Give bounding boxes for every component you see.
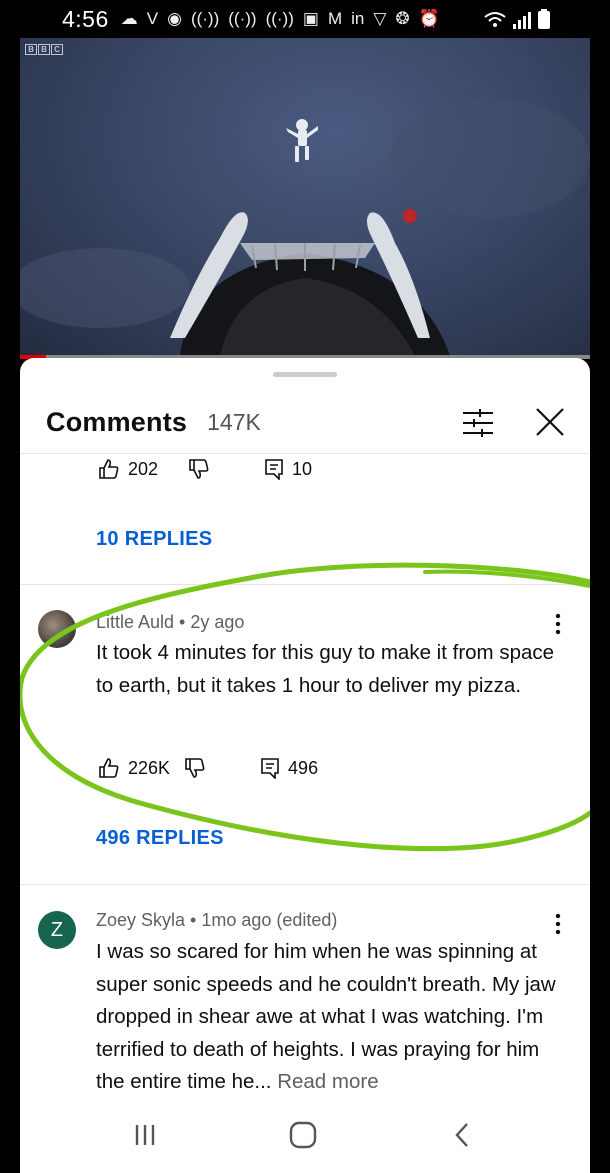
- snapchat-icon: ☁: [120, 9, 138, 28]
- comments-header: Comments 147K: [20, 392, 590, 454]
- thumbs-down-icon: [189, 459, 209, 479]
- avatar[interactable]: Z: [38, 911, 76, 949]
- cellular-icon: [513, 12, 531, 29]
- comment-meta: Little Auld • 2y ago: [96, 612, 245, 632]
- twitch-icon: ▣: [302, 9, 319, 28]
- status-bar: 4:56 ☁ V ◉ ((·)) ((·)) ((·)) ▣ M in ▽ ❂ …: [0, 0, 610, 38]
- wifi-icon: [484, 12, 506, 27]
- reply-icon: [265, 459, 283, 480]
- reply-button[interactable]: 10: [264, 458, 312, 480]
- comment-text: I was so scared for him when he was spin…: [96, 936, 566, 1099]
- thumbs-down-icon: [185, 758, 205, 778]
- comment-meta: Zoey Skyla • 1mo ago (edited): [96, 910, 338, 930]
- back-icon[interactable]: [448, 1120, 478, 1150]
- vpn-icon: ▽: [373, 9, 387, 28]
- reply-icon: [261, 758, 279, 779]
- comment-item: Little Auld • 2y ago It took 4 minutes f…: [20, 584, 590, 884]
- comment-actions: 226K 496: [98, 757, 318, 779]
- dislike-button[interactable]: [184, 757, 206, 779]
- linkedin-icon: in: [351, 9, 365, 28]
- home-icon[interactable]: [288, 1120, 318, 1150]
- signal-broadcast-icon: ((·)): [265, 9, 294, 28]
- prev-comment-actions: 202 10: [98, 458, 312, 480]
- comments-sheet: Comments 147K 202 10 10 REPLIES Little A…: [20, 358, 590, 1173]
- more-options-icon[interactable]: [554, 912, 562, 936]
- alarm-icon: ⏰: [418, 9, 440, 28]
- read-more-link[interactable]: Read more: [277, 1070, 378, 1093]
- view-replies-button[interactable]: 10 REPLIES: [96, 528, 212, 551]
- like-button[interactable]: 202: [98, 458, 158, 480]
- basketball-icon: ❂: [395, 9, 410, 28]
- recent-apps-icon[interactable]: [130, 1120, 160, 1150]
- thumbs-up-icon: [99, 758, 119, 778]
- dislike-button[interactable]: [188, 458, 210, 480]
- status-time: 4:56: [62, 5, 109, 32]
- cast-icon: ◉: [167, 9, 182, 28]
- reply-count: 10: [292, 458, 313, 479]
- video-frame: [20, 98, 590, 356]
- comment-item: Z Zoey Skyla • 1mo ago (edited) I was so…: [20, 884, 590, 1104]
- comments-count: 147K: [207, 409, 261, 435]
- comments-title: Comments: [46, 407, 188, 437]
- like-count: 202: [128, 458, 159, 479]
- like-count: 226K: [128, 757, 171, 778]
- battery-icon: [538, 9, 550, 29]
- close-icon[interactable]: [534, 406, 566, 438]
- more-options-icon[interactable]: [554, 612, 562, 636]
- status-icons: ☁ V ◉ ((·)) ((·)) ((·)) ▣ M in ▽ ❂ ⏰: [121, 9, 440, 29]
- comment-text: It took 4 minutes for this guy to make i…: [96, 641, 555, 697]
- reply-count: 496: [288, 757, 319, 778]
- signal-broadcast-icon: ((·)): [190, 9, 220, 28]
- skydiver: [286, 119, 318, 162]
- like-button[interactable]: 226K: [98, 757, 170, 779]
- v-icon: V: [146, 9, 159, 28]
- signal-broadcast-icon: ((·)): [228, 9, 257, 28]
- sort-filter-icon[interactable]: [462, 408, 494, 438]
- drag-handle[interactable]: [273, 372, 337, 377]
- view-replies-button[interactable]: 496 REPLIES: [96, 827, 224, 850]
- gmail-icon: M: [327, 9, 343, 28]
- video-player[interactable]: B B C: [20, 38, 590, 356]
- status-right: [484, 9, 550, 29]
- system-nav-bar: [20, 1100, 590, 1173]
- reply-button[interactable]: 496: [260, 757, 318, 779]
- thumbs-up-icon: [99, 459, 119, 479]
- avatar[interactable]: [38, 610, 76, 648]
